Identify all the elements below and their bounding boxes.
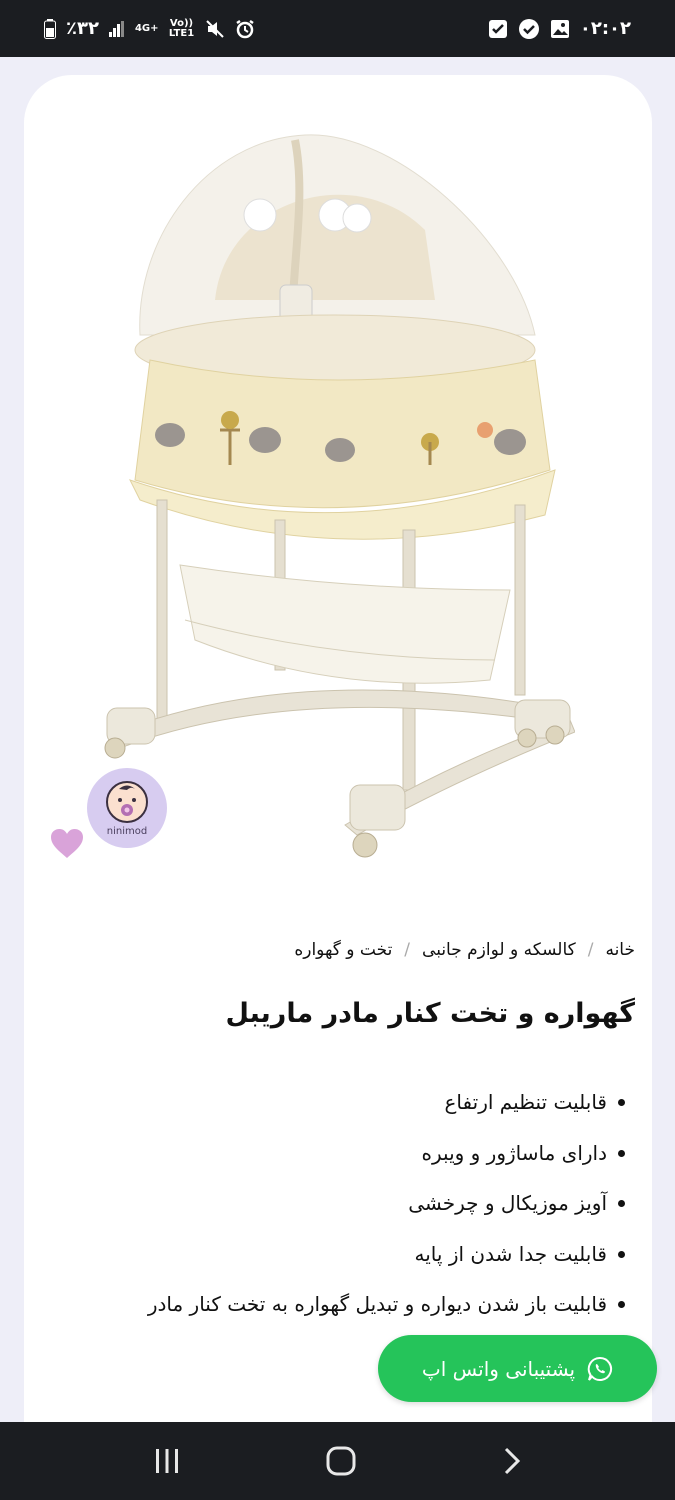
breadcrumb-subcategory[interactable]: تخت و گهواره [294, 940, 392, 960]
feature-item: قابلیت باز شدن دیواره و تبدیل گهواره به … [45, 1287, 625, 1338]
signal-icon [108, 20, 124, 37]
whatsapp-support-button[interactable]: پشتیبانی واتس اپ [378, 1335, 657, 1402]
network-type: 4G+ [134, 22, 159, 34]
image-notification-icon [550, 19, 569, 38]
battery-icon [44, 18, 56, 39]
mute-icon [205, 19, 224, 38]
status-left: ٪۳۲ 4G+ Vo)) LTE1 [44, 18, 255, 39]
product-image[interactable] [95, 120, 575, 870]
feature-item: قابلیت تنظیم ارتفاع [45, 1085, 625, 1136]
status-bar: ٪۳۲ 4G+ Vo)) LTE1 ۰۲:۰۲ [0, 0, 675, 57]
checkbox-notification-icon [488, 19, 507, 38]
breadcrumb-separator: / [587, 940, 594, 960]
breadcrumb-category[interactable]: کالسکه و لوازم جانبی [422, 940, 576, 960]
heart-icon[interactable] [50, 828, 84, 860]
feature-item: آویز موزیکال و چرخشی [45, 1186, 625, 1237]
back-icon[interactable] [500, 1446, 524, 1476]
brand-name: ninimod [106, 825, 148, 837]
home-icon[interactable] [325, 1445, 357, 1477]
product-title: گهواره و تخت کنار مادر ماریبل [225, 998, 635, 1029]
whatsapp-icon [587, 1356, 613, 1381]
feature-item: دارای ماساژور و ویبره [45, 1136, 625, 1187]
status-right: ۰۲:۰۲ [488, 18, 631, 40]
breadcrumb-separator: / [404, 940, 411, 960]
shield-icon [518, 18, 539, 39]
volte-indicator: Vo)) LTE1 [168, 17, 195, 39]
baby-face-logo [106, 780, 148, 823]
brand-badge: ninimod [87, 768, 167, 848]
battery-percent: ٪۳۲ [66, 18, 99, 39]
breadcrumb: خانه / کالسکه و لوازم جانبی / تخت و گهوا… [294, 940, 635, 960]
alarm-icon [235, 19, 254, 38]
feature-list: قابلیت تنظیم ارتفاع دارای ماساژور و ویبر… [45, 1085, 625, 1338]
feature-item: قابلیت جدا شدن از پایه [45, 1237, 625, 1288]
recent-apps-icon[interactable] [152, 1446, 182, 1476]
navigation-bar [0, 1422, 675, 1500]
clock: ۰۲:۰۲ [579, 18, 631, 39]
breadcrumb-home[interactable]: خانه [605, 940, 635, 960]
whatsapp-support-label: پشتیبانی واتس اپ [421, 1356, 576, 1381]
